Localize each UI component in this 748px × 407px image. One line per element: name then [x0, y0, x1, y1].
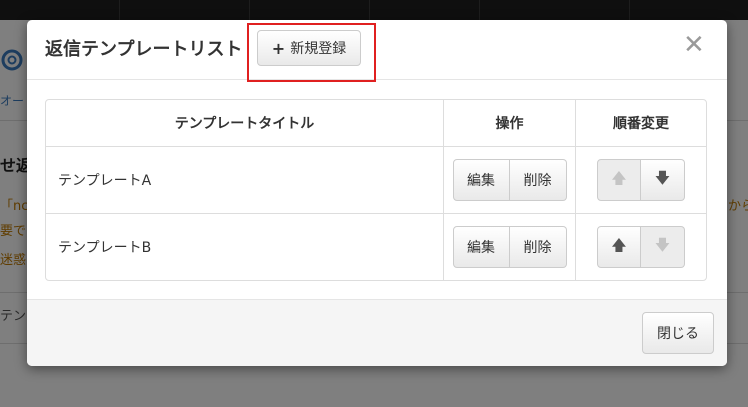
reply-template-modal: 返信テンプレートリスト + 新規登録 ✕ テンプレートタイトル 操作 順番変更 …: [27, 20, 727, 366]
actions-cell: 編集 削除: [443, 147, 575, 213]
order-button-group: 🡅 🡇: [597, 226, 685, 268]
arrow-down-icon: 🡇: [654, 235, 671, 254]
new-registration-button[interactable]: + 新規登録: [257, 30, 361, 66]
edit-button[interactable]: 編集: [452, 159, 510, 201]
table-row: テンプレートB 編集 削除 🡅 🡇: [46, 213, 706, 280]
order-button-group: 🡅 🡇: [597, 159, 685, 201]
plus-icon: +: [271, 38, 286, 58]
move-down-button[interactable]: 🡇: [641, 159, 685, 201]
modal-title: 返信テンプレートリスト: [45, 39, 243, 60]
template-table: テンプレートタイトル 操作 順番変更 テンプレートA 編集 削除 🡅 🡇 テンプ…: [45, 99, 707, 281]
order-cell: 🡅 🡇: [575, 214, 706, 280]
actions-button-group: 編集 削除: [452, 159, 567, 201]
close-button[interactable]: 閉じる: [642, 312, 714, 354]
modal-header: 返信テンプレートリスト + 新規登録 ✕: [27, 20, 727, 82]
actions-button-group: 編集 削除: [452, 226, 567, 268]
arrow-up-icon: 🡅: [611, 168, 627, 187]
table-header-row: テンプレートタイトル 操作 順番変更: [46, 100, 706, 146]
edit-button[interactable]: 編集: [452, 226, 510, 268]
actions-cell: 編集 削除: [443, 214, 575, 280]
template-title: テンプレートB: [58, 240, 152, 256]
column-header-order: 順番変更: [575, 100, 706, 146]
column-header-actions: 操作: [443, 100, 575, 146]
modal-footer: 閉じる: [27, 299, 727, 366]
move-down-button: 🡇: [641, 226, 685, 268]
close-icon[interactable]: ✕: [683, 32, 705, 58]
move-up-button: 🡅: [597, 159, 641, 201]
modal-body: テンプレートタイトル 操作 順番変更 テンプレートA 編集 削除 🡅 🡇 テンプ…: [27, 81, 727, 299]
table-row: テンプレートA 編集 削除 🡅 🡇: [46, 146, 706, 213]
delete-button[interactable]: 削除: [509, 159, 567, 201]
template-title: テンプレートA: [58, 173, 152, 189]
order-cell: 🡅 🡇: [575, 147, 706, 213]
delete-button[interactable]: 削除: [509, 226, 567, 268]
move-up-button[interactable]: 🡅: [597, 226, 641, 268]
column-header-title: テンプレートタイトル: [174, 116, 315, 132]
arrow-up-icon: 🡅: [611, 235, 627, 254]
arrow-down-icon: 🡇: [654, 168, 671, 187]
new-registration-label: 新規登録: [290, 41, 347, 57]
